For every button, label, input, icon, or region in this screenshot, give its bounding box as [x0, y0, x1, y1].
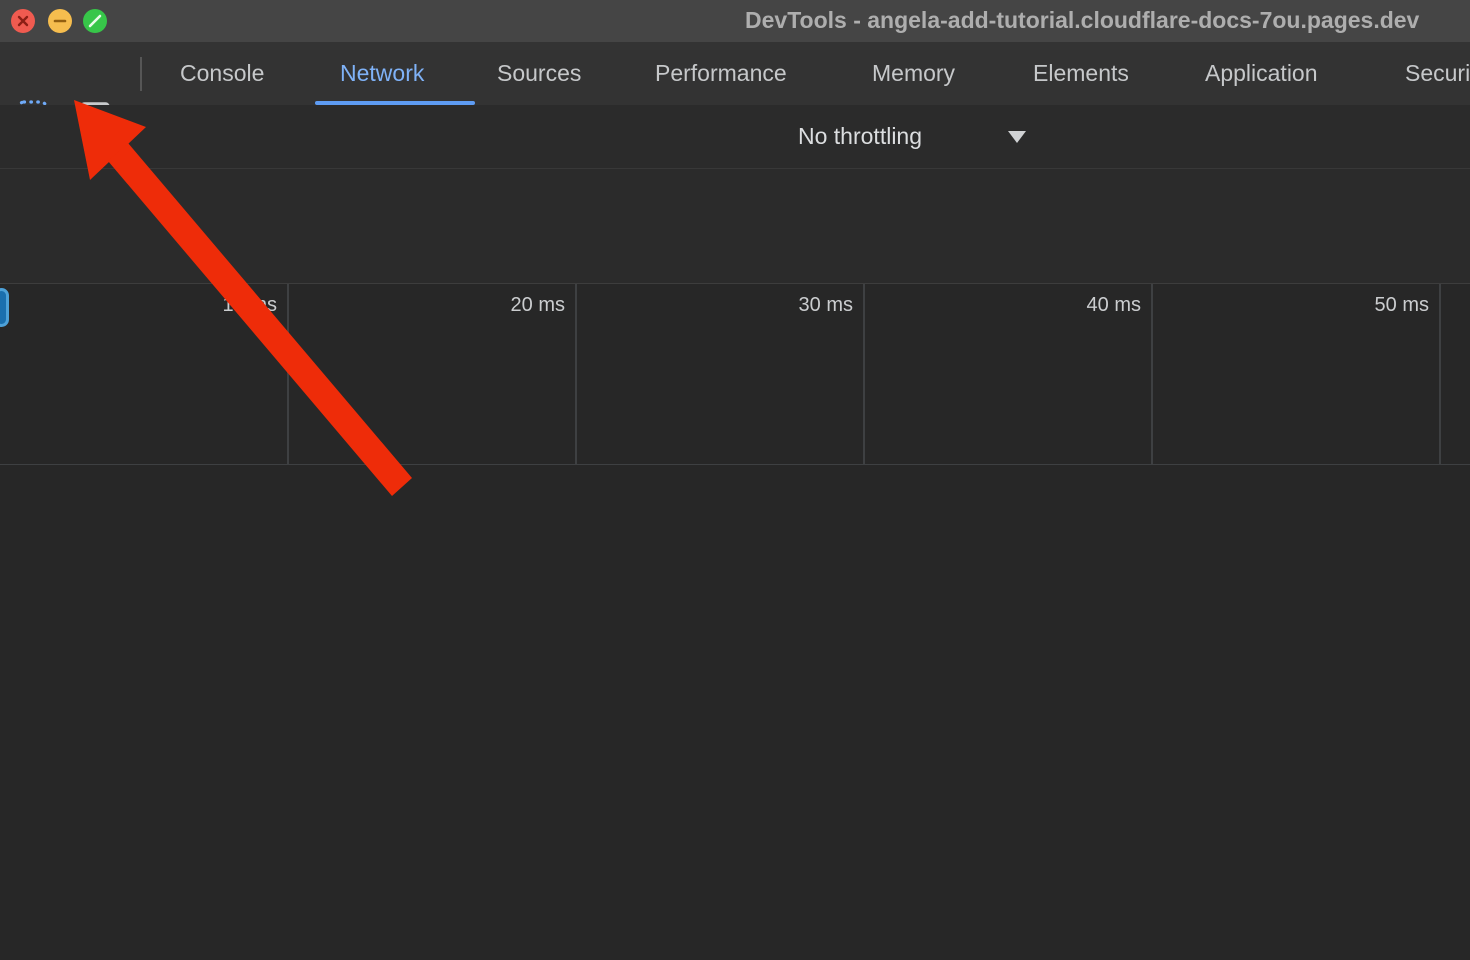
minimize-button[interactable]	[48, 9, 72, 33]
throttling-select[interactable]: No throttling	[798, 105, 922, 168]
network-filter-bar-row2: Blocked requests 3rd-party requests	[0, 228, 1470, 284]
zoom-disabled-icon	[83, 9, 107, 33]
network-log-empty-area: Recording network activity… Perform a re…	[0, 465, 1470, 960]
timeline-tick-label: 30 ms	[743, 294, 853, 320]
timeline-gridline	[575, 284, 577, 465]
timeline-tick-label: 40 ms	[1031, 294, 1141, 320]
tab-security[interactable]: Security	[1405, 42, 1470, 105]
timeline-gridline	[287, 284, 289, 465]
timeline-gridline	[863, 284, 865, 465]
tab-network[interactable]: Network	[340, 42, 424, 105]
tab-memory[interactable]: Memory	[872, 42, 955, 105]
title-bar: DevTools - angela-add-tutorial.cloudflar…	[0, 0, 1470, 42]
close-button[interactable]	[11, 9, 35, 33]
zoom-button[interactable]	[83, 9, 107, 33]
tabbar-divider	[140, 57, 142, 91]
minimize-icon	[48, 9, 72, 33]
close-icon	[11, 9, 35, 33]
timeline-tick-label: 20 ms	[455, 294, 565, 320]
devtools-window: DevTools - angela-add-tutorial.cloudflar…	[0, 0, 1470, 960]
tab-performance[interactable]: Performance	[655, 42, 787, 105]
timeline-edge-handle[interactable]	[0, 288, 9, 327]
throttling-value: No throttling	[798, 123, 922, 150]
network-overview-timeline[interactable]: 10 ms 20 ms 30 ms 40 ms 50 ms	[0, 284, 1470, 465]
tab-application[interactable]: Application	[1205, 42, 1318, 105]
devtools-tab-bar: Console Network Sources Performance Memo…	[0, 42, 1470, 105]
timeline-tick-label: 10 ms	[167, 294, 277, 320]
timeline-tick-label: 50 ms	[1319, 294, 1429, 320]
network-filter-bar: Invert Hide data URLs Hide extension URL…	[0, 168, 1470, 228]
tab-sources[interactable]: Sources	[497, 42, 581, 105]
network-toolbar: Preserve log Disable cache No throttling	[0, 105, 1470, 168]
tab-console[interactable]: Console	[180, 42, 264, 105]
timeline-gridline	[1151, 284, 1153, 465]
tab-elements[interactable]: Elements	[1033, 42, 1129, 105]
window-title: DevTools - angela-add-tutorial.cloudflar…	[745, 7, 1419, 34]
chevron-down-icon	[1008, 131, 1026, 143]
timeline-gridline	[1439, 284, 1441, 465]
